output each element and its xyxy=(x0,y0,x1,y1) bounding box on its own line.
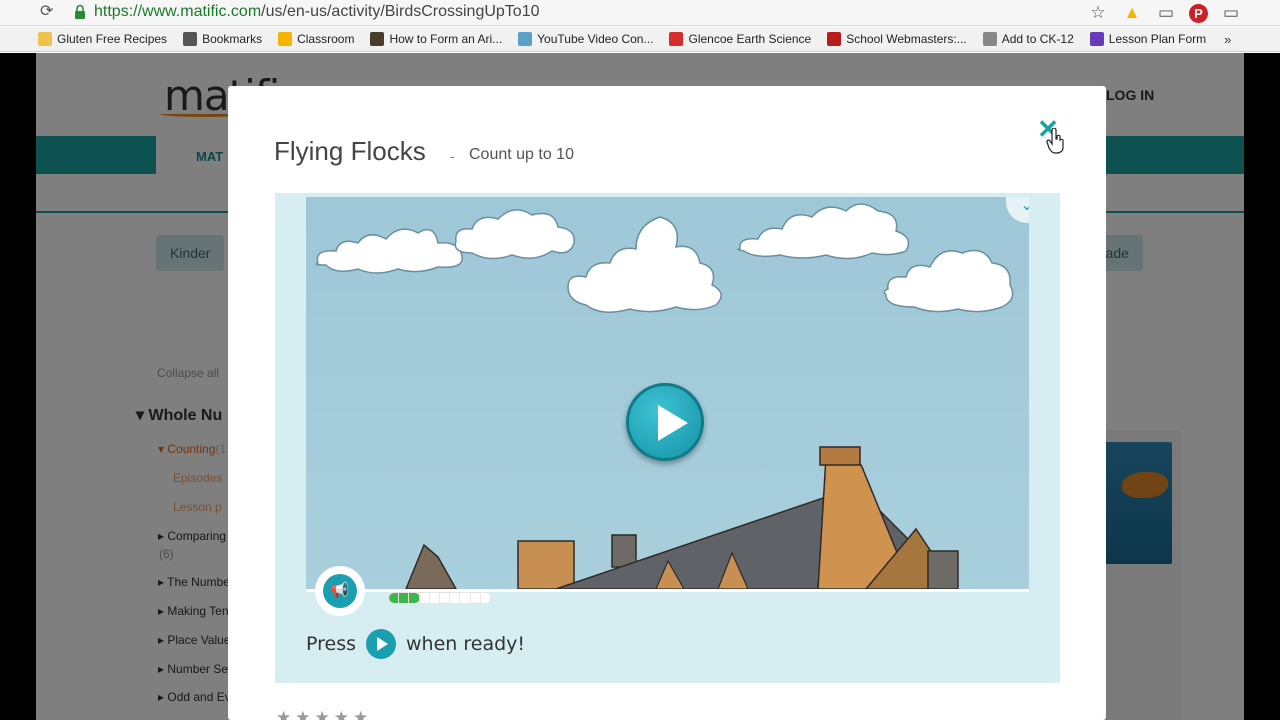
title-separator: - xyxy=(450,148,455,164)
lock-icon xyxy=(75,4,85,19)
instruction-row: Press when ready! xyxy=(306,629,525,659)
bookmark-label: How to Form an Ari... xyxy=(389,32,503,46)
progress-step xyxy=(460,593,471,603)
bookmark-item[interactable]: Add to CK-12 xyxy=(982,32,1074,46)
cast-icon[interactable]: ▭ xyxy=(1155,2,1177,24)
press-label: Press xyxy=(306,633,357,655)
play-button[interactable] xyxy=(626,383,704,461)
m-icon xyxy=(669,32,684,46)
cloud xyxy=(454,209,575,260)
kl-icon xyxy=(370,32,385,46)
bookmark-label: Lesson Plan Form xyxy=(1108,32,1207,46)
progress-steps xyxy=(389,593,491,603)
bookmark-star-icon[interactable]: ☆ xyxy=(1087,2,1109,24)
roof-left xyxy=(405,543,457,589)
clouds xyxy=(315,203,1014,313)
tower-top xyxy=(819,446,861,466)
progress-step xyxy=(430,593,441,603)
when-ready-label: when ready! xyxy=(406,633,526,655)
star-icon xyxy=(183,32,198,46)
chimney-left xyxy=(517,540,575,589)
form-icon xyxy=(1089,32,1104,46)
bookmark-label: Classroom xyxy=(297,32,355,46)
progress-step xyxy=(450,593,461,603)
star-icon[interactable]: ★ xyxy=(315,708,330,720)
progress-bar xyxy=(388,592,492,604)
bookmark-item[interactable]: School Webmasters:... xyxy=(827,32,967,46)
progress-step xyxy=(420,593,430,603)
modal-subtitle: Count up to 10 xyxy=(469,146,574,163)
bookmark-label: Glencoe Earth Science xyxy=(688,32,812,46)
apple-icon xyxy=(827,32,842,46)
classroom-icon xyxy=(278,32,293,46)
page-icon xyxy=(982,32,997,46)
cloud xyxy=(567,216,722,313)
cloud xyxy=(315,228,463,274)
progress-step xyxy=(389,593,400,603)
url-domain: https://www.matific.com xyxy=(94,3,262,20)
bookmarks-bar: Gluten Free Recipes Bookmarks Classroom How… xyxy=(0,27,1280,52)
url-path: /us/en-us/activity/BirdsCrossingUpTo10 xyxy=(261,3,540,20)
reload-icon[interactable]: ⟳ xyxy=(40,3,58,21)
activity-modal: Flying Flocks - Count up to 10 ✕ ⌄ 📢 Pre… xyxy=(228,86,1106,720)
bookmark-item[interactable]: YouTube Video Con... xyxy=(518,32,653,46)
bookmark-item[interactable]: Gluten Free Recipes xyxy=(38,32,167,46)
folder-icon xyxy=(38,32,52,46)
progress-step xyxy=(399,593,410,603)
bookmark-item[interactable]: Glencoe Earth Science xyxy=(669,32,811,46)
game-player: ⌄ 📢 Press when ready! xyxy=(275,193,1060,683)
bookmark-label: Bookmarks xyxy=(202,32,263,46)
rooftops xyxy=(405,446,959,589)
bookmark-label: Add to CK-12 xyxy=(1001,32,1074,46)
bookmark-label: School Webmasters:... xyxy=(846,32,967,46)
address-bar: ⟳ https://www.matific.com/us/en-us/activ… xyxy=(0,0,1280,26)
cloud xyxy=(883,249,1014,313)
progress-step xyxy=(409,593,420,603)
cloud xyxy=(737,203,910,260)
progress-step xyxy=(471,593,481,603)
rating-stars: ★ ★ ★ ★ ★ xyxy=(276,708,368,720)
url-field[interactable]: https://www.matific.com/us/en-us/activit… xyxy=(94,3,540,21)
drive-icon[interactable]: ▲ xyxy=(1121,2,1143,24)
progress-step xyxy=(440,593,451,603)
bookmarks-overflow-icon[interactable]: » xyxy=(1224,32,1231,47)
hand-cursor-icon xyxy=(1046,128,1064,154)
swirl-icon xyxy=(518,32,533,46)
game-canvas[interactable]: ⌄ xyxy=(306,197,1029,589)
bookmark-label: YouTube Video Con... xyxy=(537,32,654,46)
small-play-icon[interactable] xyxy=(366,629,397,659)
bookmark-item[interactable]: Lesson Plan Form xyxy=(1089,32,1207,46)
screen-cast-icon[interactable]: ▭ xyxy=(1220,2,1242,24)
chimney-right xyxy=(927,550,959,589)
extension-toolbar: ☆ ▲ ▭ P ▭ xyxy=(1087,2,1242,24)
megaphone-icon[interactable]: 📢 xyxy=(323,574,357,608)
pinterest-icon[interactable]: P xyxy=(1189,3,1208,23)
left-edge xyxy=(0,53,36,720)
right-edge xyxy=(1244,53,1280,720)
bookmark-item[interactable]: How to Form an Ari... xyxy=(370,32,502,46)
star-icon[interactable]: ★ xyxy=(334,708,349,720)
browser-window: ⟳ https://www.matific.com/us/en-us/activ… xyxy=(0,0,1280,720)
star-icon[interactable]: ★ xyxy=(295,708,310,720)
modal-title: Flying Flocks xyxy=(274,136,426,166)
bookmark-label: Gluten Free Recipes xyxy=(57,32,168,46)
star-icon[interactable]: ★ xyxy=(353,708,368,720)
progress-step xyxy=(481,593,491,603)
bookmark-item[interactable]: Bookmarks xyxy=(183,32,262,46)
star-icon[interactable]: ★ xyxy=(276,708,291,720)
bookmark-item[interactable]: Classroom xyxy=(278,32,354,46)
